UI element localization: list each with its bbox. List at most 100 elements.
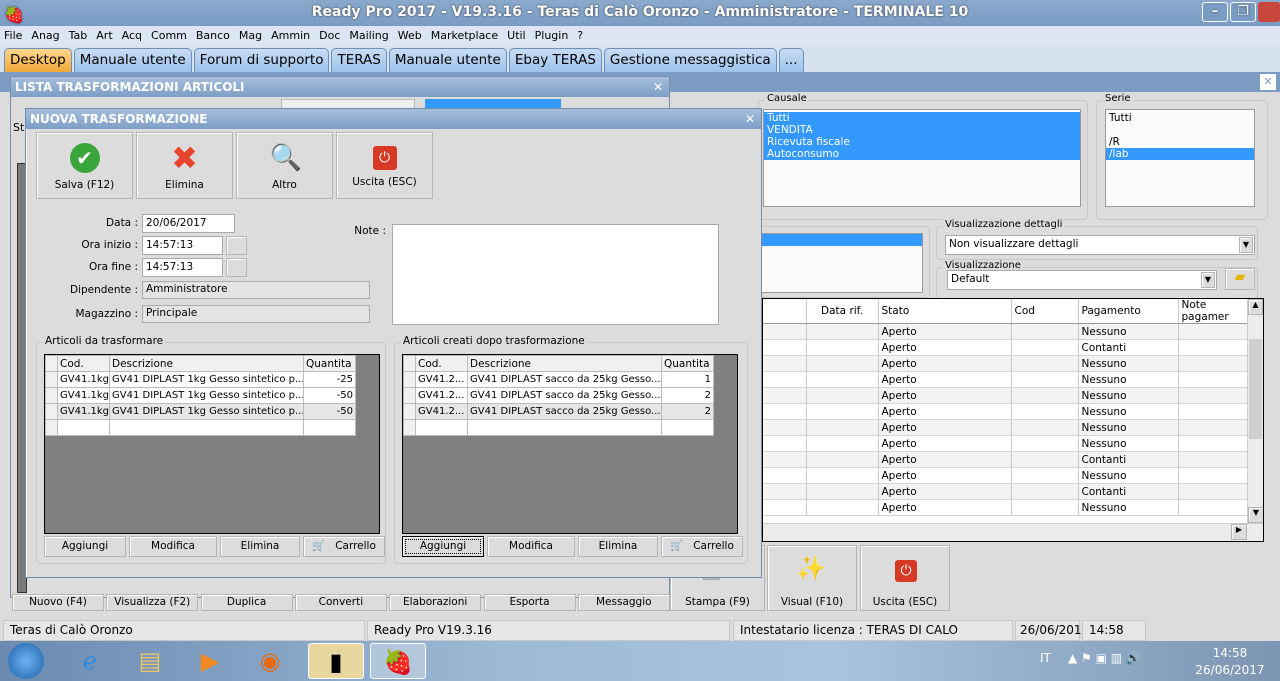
menu-item[interactable]: ? (577, 26, 583, 46)
start-button[interactable] (8, 643, 44, 679)
data-input[interactable]: 20/06/2017 (142, 214, 235, 233)
table-row[interactable]: GV41.1kg GV41 DIPLAST 1kg Gesso sintetico… (45, 387, 356, 404)
table-row[interactable]: Aperto Nessuno (763, 387, 1250, 404)
tab[interactable]: Manuale utente (388, 48, 507, 72)
minimize-button[interactable]: – (1202, 2, 1228, 22)
horizontal-scrollbar[interactable]: ▶ (763, 523, 1263, 541)
dettagli-select[interactable]: Non visualizzare dettagli ▼ (945, 235, 1255, 255)
grid-carrello-button[interactable]: 🛒 Carrello (303, 536, 385, 557)
lista-button[interactable]: Esporta (483, 594, 576, 611)
explorer-icon[interactable]: ▤ (122, 643, 178, 679)
menu-item[interactable]: Mag (239, 26, 262, 46)
tab[interactable]: TERAS (331, 48, 387, 72)
ie-icon[interactable]: ℯ (62, 643, 118, 679)
causale-option[interactable]: Autoconsumo (764, 148, 1080, 160)
table-row[interactable]: GV41.1kg GV41 DIPLAST 1kg Gesso sintetico… (45, 371, 356, 388)
elimina-button[interactable]: ✖ Elimina (136, 132, 233, 199)
grid-aggiungi-button[interactable]: Aggiungi (44, 536, 126, 557)
visualizzazione-select[interactable]: Default ▼ (947, 270, 1217, 290)
uscita-main-button[interactable]: ⏻ Uscita (ESC) (860, 545, 950, 611)
table-row[interactable]: Aperto Contanti (763, 451, 1250, 468)
tab[interactable]: Desktop (4, 48, 72, 72)
lista-button[interactable]: Elaborazioni (389, 594, 482, 611)
column-header[interactable]: Cod. (415, 355, 468, 372)
menu-item[interactable]: Art (96, 26, 112, 46)
close-icon[interactable]: ✕ (1260, 74, 1276, 90)
menu-item[interactable]: Mailing (349, 26, 388, 46)
ora-fine-input[interactable]: 14:57:13 (142, 258, 223, 277)
menu-item[interactable]: Web (398, 26, 422, 46)
table-row[interactable]: Aperto Nessuno (763, 355, 1250, 372)
uscita-button[interactable]: ⏻ Uscita (ESC) (336, 132, 433, 199)
ora-inizio-button[interactable] (226, 236, 247, 255)
table-row[interactable]: Aperto Nessuno (763, 371, 1250, 388)
empty-row[interactable] (45, 419, 356, 436)
table-row[interactable]: Aperto Contanti (763, 339, 1250, 356)
menu-item[interactable]: Tab (69, 26, 88, 46)
causale-list[interactable]: Tutti VENDITA Ricevuta fiscale Autoconsumo (763, 109, 1081, 207)
column-header[interactable]: Data rif. (806, 299, 879, 324)
media-player-icon[interactable]: ▶ (182, 643, 238, 679)
table-row[interactable]: Aperto Nessuno (763, 499, 1250, 516)
note-textarea[interactable] (392, 224, 719, 325)
ora-inizio-input[interactable]: 14:57:13 (142, 236, 223, 255)
table-row[interactable]: Aperto Nessuno (763, 467, 1250, 484)
column-header[interactable]: Cod (1011, 299, 1079, 324)
lista-button[interactable]: Duplica (200, 594, 293, 611)
grid-elimina-button[interactable]: Elimina (578, 536, 658, 557)
grid-aggiungi-button[interactable]: Aggiungi (402, 536, 484, 557)
table-row[interactable]: GV41.2... GV41 DIPLAST sacco da 25kg Gess… (403, 403, 714, 420)
scroll-up-icon[interactable]: ▲ (1248, 299, 1263, 315)
causale-option[interactable]: Tutti (764, 112, 1080, 124)
grid-modifica-button[interactable]: Modifica (487, 536, 575, 557)
firefox-icon[interactable]: ◉ (242, 643, 298, 679)
chevron-down-icon[interactable]: ▼ (1201, 272, 1215, 288)
column-header[interactable]: Cod. (57, 355, 110, 372)
menu-item[interactable]: Marketplace (431, 26, 498, 46)
tab[interactable]: Forum di supporto (193, 48, 330, 72)
tab[interactable]: ... (778, 48, 804, 72)
table-row[interactable]: GV41.2... GV41 DIPLAST sacco da 25kg Gess… (403, 371, 714, 388)
ora-fine-button[interactable] (226, 258, 247, 277)
column-header[interactable]: Stato (878, 299, 1012, 324)
lista-button[interactable]: Nuovo (F4) (12, 594, 104, 611)
language-indicator[interactable]: IT (1040, 651, 1051, 665)
lista-button[interactable]: Messaggio (577, 594, 670, 611)
tab[interactable]: Gestione messaggistica (603, 48, 777, 72)
close-icon[interactable]: ✕ (653, 77, 663, 97)
empty-row[interactable] (403, 419, 714, 436)
close-button[interactable] (1258, 2, 1280, 22)
tray-icons[interactable]: ▲ ⚑ ▣ ▥ 🔊 (1068, 651, 1141, 665)
table-row[interactable]: Aperto Contanti (763, 483, 1250, 500)
serie-option[interactable]: /R (1106, 136, 1254, 148)
lista-button[interactable]: Visualizza (F2) (106, 594, 199, 611)
menu-item[interactable]: Plugin (535, 26, 569, 46)
grid-carrello-button[interactable]: 🛒 Carrello (661, 536, 743, 557)
table-row[interactable]: Aperto Nessuno (763, 323, 1250, 340)
serie-option[interactable]: Tutti (1106, 112, 1254, 124)
chevron-down-icon[interactable]: ▼ (1239, 237, 1253, 253)
column-header[interactable]: Descrizione (109, 355, 304, 372)
salva-button[interactable]: ✔ Salva (F12) (36, 132, 133, 199)
table-row[interactable]: Aperto Nessuno (763, 403, 1250, 420)
grid-modifica-button[interactable]: Modifica (129, 536, 217, 557)
menu-item[interactable]: Util (507, 26, 525, 46)
altro-button[interactable]: 🔍 Altro (236, 132, 333, 199)
clock-date[interactable]: 26/06/2017 (1190, 663, 1270, 677)
restore-button[interactable]: ❐ (1230, 2, 1256, 22)
column-header[interactable]: Pagamento (1078, 299, 1179, 324)
column-header[interactable]: Quantita (661, 355, 714, 372)
menu-item[interactable]: Anag (31, 26, 59, 46)
column-header[interactable]: Note pagamer (1178, 299, 1250, 324)
scroll-thumb[interactable] (1249, 339, 1262, 439)
causale-option[interactable]: VENDITA (764, 124, 1080, 136)
table-row[interactable]: Aperto Nessuno (763, 435, 1250, 452)
table-row[interactable]: Aperto Nessuno (763, 419, 1250, 436)
scroll-right-icon[interactable]: ▶ (1231, 524, 1247, 540)
table-row[interactable]: GV41.1kg GV41 DIPLAST 1kg Gesso sintetico… (45, 403, 356, 420)
causale-option[interactable]: Ricevuta fiscale (764, 136, 1080, 148)
vertical-scrollbar[interactable]: ▲ ▼ (1247, 299, 1263, 523)
tab[interactable]: Ebay TERAS (508, 48, 602, 72)
column-header[interactable]: Descrizione (467, 355, 662, 372)
menu-item[interactable]: Acq (122, 26, 142, 46)
